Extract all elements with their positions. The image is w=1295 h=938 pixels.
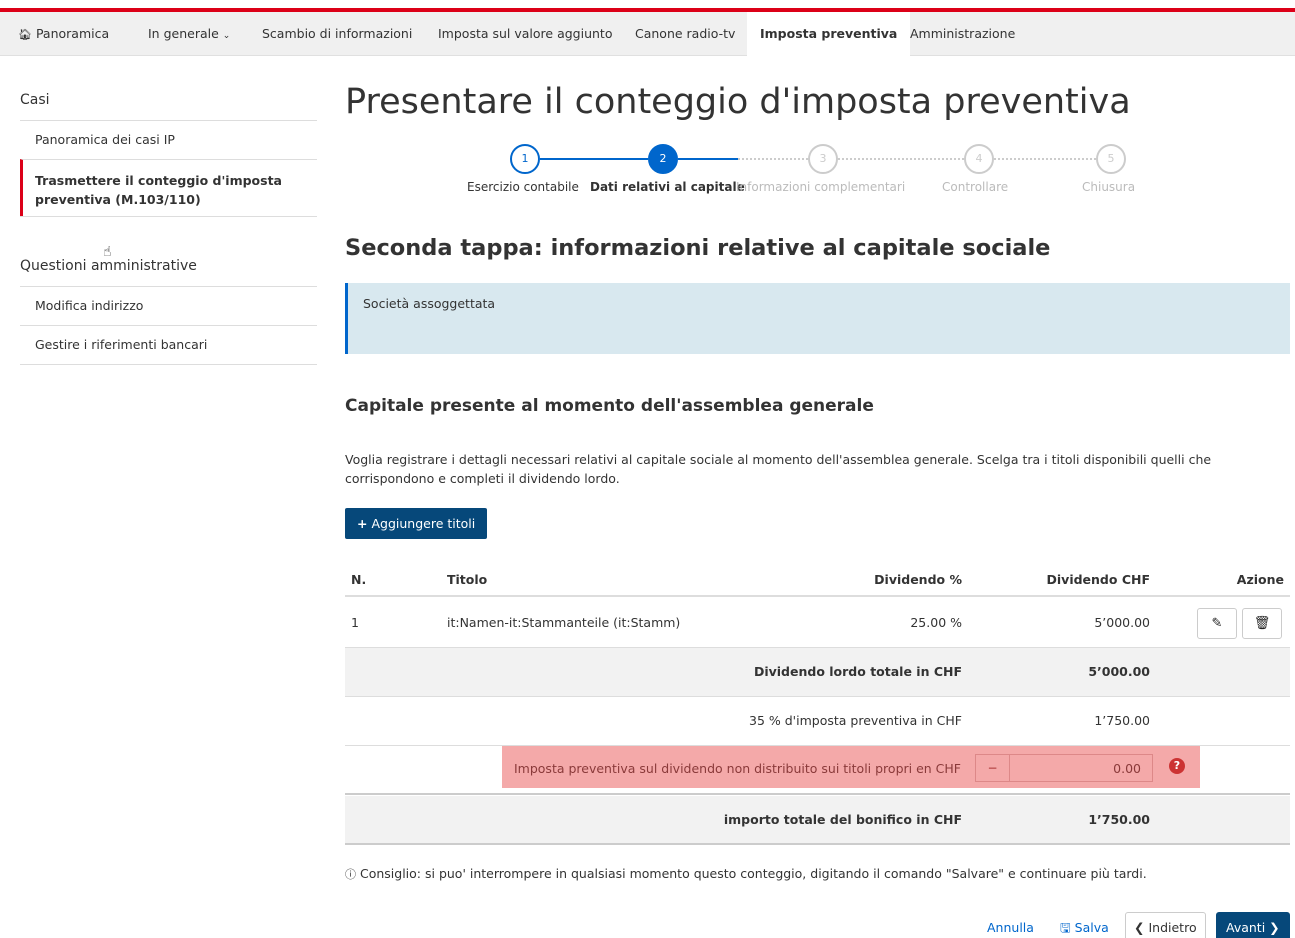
decrement-button[interactable]: − [976, 755, 1010, 781]
transfer-total-row: importo totale del bonifico in CHF 1’750… [345, 796, 1290, 845]
edit-button[interactable]: ✎ [1197, 608, 1237, 639]
step-5-circle: 5 [1096, 144, 1126, 174]
step-5-label: Chiusura [1082, 180, 1136, 194]
step-connector [994, 158, 1096, 160]
sidebar-item-panoramica-casi[interactable]: Panoramica dei casi IP [20, 120, 317, 159]
description-text: Voglia registrare i dettagli necessari r… [345, 452, 1212, 486]
step-1-circle[interactable]: 1 [510, 144, 540, 174]
step-4-circle: 4 [964, 144, 994, 174]
trash-icon: 🗑︎ [1253, 616, 1271, 631]
tax-row: 35 % d'imposta preventiva in CHF 1’750.0… [345, 697, 1290, 746]
sidebar-divider [20, 364, 317, 365]
tip-text: ⓘ Consiglio: si puo' interrompere in qua… [345, 866, 1147, 881]
row-dividendo-pct: 25.00 % [910, 615, 962, 630]
sidebar-item-riferimenti-bancari[interactable]: Gestire i riferimenti bancari [20, 325, 317, 364]
row-titolo: it:Namen-it:Stammanteile (it:Stamm) [447, 615, 681, 630]
row-dividendo-chf: 5’000.00 [1094, 615, 1150, 630]
info-box-text: Società assoggettata [363, 296, 496, 311]
help-icon[interactable]: ? [1169, 758, 1185, 774]
step-1-label: Esercizio contabile [467, 180, 579, 194]
footer-actions: Annulla 🖫︎ Salva ❮ Indietro Avanti ❯ [345, 912, 1290, 938]
step-3-label: Informazioni complementari [736, 180, 906, 194]
sidebar-heading-admin: Questioni amministrative [20, 258, 197, 274]
next-button[interactable]: Avanti ❯ [1216, 912, 1290, 938]
chevron-down-icon: ⌄ [222, 31, 231, 41]
nav-item-imposta-preventiva[interactable]: Imposta preventiva [747, 12, 911, 56]
info-circle-icon: ⓘ [345, 868, 356, 881]
add-titles-button[interactable]: + Aggiungere titoli [345, 508, 488, 539]
column-header-n: N. [351, 572, 367, 587]
total-label: Dividendo lordo totale in CHF [753, 664, 962, 679]
tax-label: 35 % d'imposta preventiva in CHF [749, 713, 962, 728]
chevron-right-icon: ❯ [1269, 920, 1280, 935]
step-4-label: Controllare [942, 180, 1009, 194]
step-connector [540, 158, 648, 160]
step-connector [738, 158, 808, 160]
info-box: Società assoggettata [345, 283, 1290, 354]
sidebar-heading-casi: Casi [20, 92, 50, 108]
table-row: 1 it:Namen-it:Stammanteile (it:Stamm) 25… [345, 599, 1290, 648]
mouse-cursor-icon: ☝ [103, 244, 112, 260]
own-titles-row: Imposta preventiva sul dividendo non dis… [345, 746, 1290, 795]
pencil-icon: ✎ [1211, 616, 1223, 631]
nav-item-scambio[interactable]: Scambio di informazioni [262, 12, 412, 56]
step-2-circle: 2 [648, 144, 678, 174]
column-header-dividendo-chf: Dividendo CHF [1046, 572, 1150, 587]
floppy-disk-icon: 🖫︎ [1060, 920, 1071, 935]
transfer-value: 1’750.00 [1088, 812, 1150, 827]
own-titles-amount-value[interactable]: 0.00 [1016, 761, 1141, 776]
cancel-link[interactable]: Annulla [987, 912, 1034, 938]
step-connector [678, 158, 738, 160]
home-icon: 🏠︎ [18, 28, 32, 41]
tax-value: 1’750.00 [1094, 713, 1150, 728]
top-bar: 🏠︎ Panoramica In generale ⌄ Scambio di i… [0, 0, 1295, 56]
nav-item-canone[interactable]: Canone radio-tv [635, 12, 735, 56]
sidebar-item-modifica-indirizzo[interactable]: Modifica indirizzo [20, 286, 317, 325]
nav-item-amministrazione[interactable]: Amministrazione [910, 12, 1015, 56]
table-header-row: N. Titolo Dividendo % Dividendo CHF Azio… [345, 563, 1290, 597]
page-title: Presentare il conteggio d'imposta preven… [345, 82, 1131, 122]
save-link[interactable]: 🖫︎ Salva [1060, 912, 1109, 938]
main-navigation: 🏠︎ Panoramica In generale ⌄ Scambio di i… [0, 12, 1295, 56]
plus-icon: + [357, 516, 368, 531]
total-value: 5’000.00 [1088, 664, 1150, 679]
sidebar-divider [20, 216, 317, 217]
nav-item-panoramica[interactable]: 🏠︎ Panoramica [18, 12, 109, 56]
step-2-label: Dati relativi al capitale [590, 180, 745, 194]
nav-item-iva[interactable]: Imposta sul valore aggiunto [438, 12, 612, 56]
sidebar-item-trasmettere[interactable]: Trasmettere il conteggio d'imposta preve… [20, 159, 317, 217]
step-3-circle: 3 [808, 144, 838, 174]
own-titles-label: Imposta preventiva sul dividendo non dis… [513, 761, 961, 776]
delete-button[interactable]: 🗑︎ [1242, 608, 1282, 639]
column-header-titolo: Titolo [447, 572, 488, 587]
transfer-label: importo totale del bonifico in CHF [723, 812, 962, 827]
row-number: 1 [351, 615, 359, 630]
chevron-left-icon: ❮ [1134, 920, 1145, 935]
column-header-azione: Azione [1236, 572, 1284, 587]
back-button[interactable]: ❮ Indietro [1125, 912, 1206, 938]
own-titles-amount-stepper[interactable]: − 0.00 [975, 754, 1153, 782]
step-connector [838, 158, 964, 160]
section-title: Seconda tappa: informazioni relative al … [345, 235, 1051, 261]
total-row: Dividendo lordo totale in CHF 5’000.00 [345, 648, 1290, 697]
progress-stepper: 1 2 3 4 5 Esercizio contabile Dati relat… [345, 144, 1290, 204]
nav-item-in-generale[interactable]: In generale ⌄ [148, 12, 230, 56]
subsection-title: Capitale presente al momento dell'assemb… [345, 396, 874, 416]
column-header-dividendo-pct: Dividendo % [874, 572, 962, 587]
